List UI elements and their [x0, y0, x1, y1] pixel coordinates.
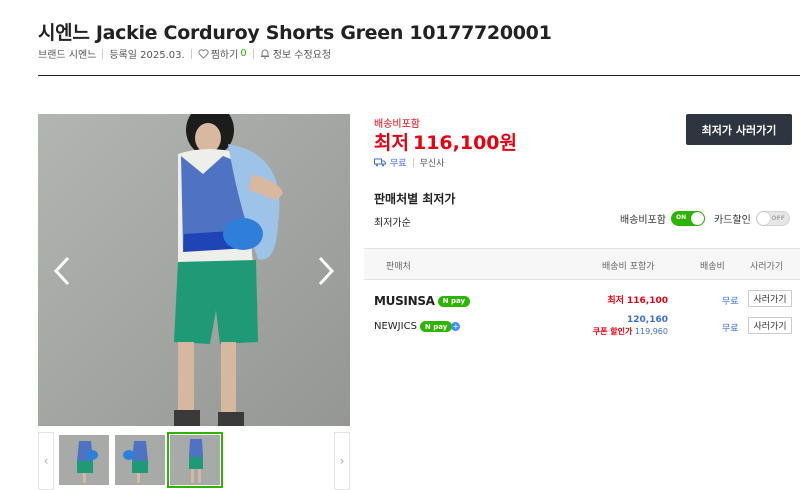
toggle-card-discount[interactable]: 카드할인 OFF	[714, 211, 790, 226]
toggle-switch[interactable]: OFF	[755, 211, 790, 226]
thumbnail-1[interactable]	[59, 435, 109, 485]
seller-shipping: 무료	[722, 297, 739, 307]
seller-price: 120,160	[627, 315, 668, 325]
toggle-knob	[756, 212, 770, 225]
toggle-shipping-label: 배송비포함	[620, 215, 666, 226]
seller-go-button[interactable]: 사러가기	[748, 317, 792, 334]
toggle-card-label: 카드할인	[714, 215, 751, 226]
seller-price: 최저 116,100	[607, 296, 668, 306]
table-row: MUSINSA N pay 최저 116,100 무료 사러가기	[364, 286, 800, 314]
column-header-seller: 판매처	[386, 262, 411, 272]
table-row: NEWJICS N pay + 120,160 쿠폰 할인가 119,960 무료…	[364, 314, 800, 348]
registered-date: 등록일 2025.03.	[109, 50, 185, 61]
toggle-shipping[interactable]: 배송비포함 ON	[620, 211, 705, 226]
thumbnail-3[interactable]	[167, 432, 223, 488]
report-button[interactable]: 정보 수정요청	[260, 46, 331, 61]
thumb-prev-button[interactable]: ‹	[38, 432, 54, 490]
seller-name[interactable]: MUSINSA N pay	[374, 294, 471, 308]
column-header-action: 사러가기	[750, 262, 784, 272]
thumbnail-strip: ‹ ›	[38, 432, 350, 490]
chevron-left-icon: ‹	[43, 454, 49, 468]
product-title: 시엔느 Jackie Corduroy Shorts Green 1017772…	[38, 22, 552, 44]
toggle-switch[interactable]: ON	[671, 211, 705, 226]
toggle-state: OFF	[771, 215, 785, 222]
product-meta: 브랜드 시엔느 등록일 2025.03. 찜하기 0 정보 수정요청	[38, 46, 331, 61]
chevron-right-icon: ›	[339, 454, 345, 468]
prev-image-arrow[interactable]	[48, 254, 76, 288]
divider	[190, 48, 192, 59]
seller-go-button[interactable]: 사러가기	[748, 290, 792, 307]
mall-name: 무신사	[419, 159, 445, 169]
thumbnail-image	[59, 435, 109, 485]
thumbnail-2[interactable]	[115, 435, 165, 485]
toggle-knob	[691, 212, 704, 225]
lowest-prefix: 최저	[374, 132, 409, 154]
seller-table-header: 판매처 배송비 포함가 배송비 사러가기	[364, 248, 800, 280]
brand-label[interactable]: 브랜드 시엔느	[38, 46, 96, 61]
toggle-state: ON	[676, 214, 687, 221]
seller-name-text: NEWJICS	[374, 321, 417, 332]
thumbnail-image	[115, 435, 165, 485]
thumb-next-button[interactable]: ›	[334, 432, 350, 490]
chevron-right-icon	[318, 256, 335, 286]
wish-label: 찜하기	[210, 50, 239, 61]
buy-lowest-button[interactable]: 최저가 사러가기	[686, 114, 792, 145]
divider	[412, 158, 414, 167]
seller-shipping: 무료	[722, 324, 739, 334]
seller-name-text: MUSINSA	[374, 294, 435, 308]
product-photo	[38, 114, 350, 426]
product-main-image[interactable]	[38, 114, 350, 426]
lowest-price-value: 116,100원	[412, 132, 517, 154]
report-label: 정보 수정요청	[272, 50, 332, 61]
next-image-arrow[interactable]	[312, 254, 340, 288]
npay-badge: N pay	[437, 295, 471, 307]
divider	[102, 48, 104, 59]
wish-count: 0	[240, 48, 247, 59]
seller-section-title: 판매처별 최저가	[374, 192, 456, 206]
heart-icon	[198, 48, 209, 59]
thumbnail-image	[170, 435, 220, 485]
coupon-price-value: 119,960	[634, 327, 668, 336]
divider	[252, 48, 254, 59]
npay-badge: N pay	[419, 321, 453, 332]
shipping-free: 무료	[390, 159, 407, 169]
chevron-left-icon	[53, 256, 70, 286]
truck-icon	[374, 158, 386, 167]
seller-name[interactable]: NEWJICS N pay +	[374, 321, 461, 332]
lowest-price: 최저 116,100원	[374, 128, 517, 155]
header-divider	[38, 75, 800, 76]
column-header-price: 배송비 포함가	[602, 262, 655, 272]
wish-button[interactable]: 찜하기 0	[198, 46, 247, 61]
coupon-label: 쿠폰 할인가	[592, 327, 633, 336]
sort-dropdown[interactable]: 최저가순	[374, 214, 411, 229]
column-header-shipping: 배송비	[700, 262, 725, 272]
shipping-info: 무료 무신사	[374, 156, 444, 169]
bell-icon	[260, 49, 269, 58]
coupon-price: 쿠폰 할인가 119,960	[593, 326, 668, 337]
plus-icon: +	[451, 322, 461, 331]
